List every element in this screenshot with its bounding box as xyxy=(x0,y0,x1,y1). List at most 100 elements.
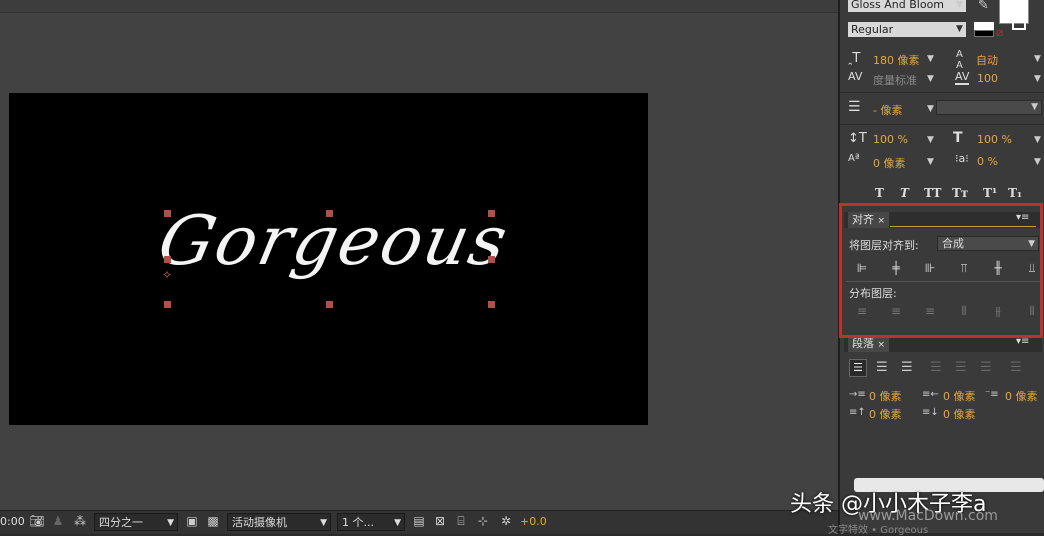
tab-align[interactable]: 对齐 × xyxy=(848,212,890,228)
snapshot-camera-icon[interactable]: 📷︎ xyxy=(29,513,45,529)
all-caps-button[interactable]: TT xyxy=(924,186,941,200)
panel-menu-icon[interactable]: ▾≡ xyxy=(1016,336,1029,347)
chevron-down-icon: ▼ xyxy=(1034,74,1041,84)
kerning-value[interactable]: 度量标准 xyxy=(873,72,917,88)
timeline-icon[interactable]: ⌸ xyxy=(453,513,469,529)
faux-bold-button[interactable]: T xyxy=(875,186,884,200)
align-panel-tab-strip xyxy=(890,213,1036,227)
justify-last-left-icon: ☰ xyxy=(930,360,942,375)
flowchart-icon[interactable]: ⊹ xyxy=(475,513,491,529)
vertical-scale-value[interactable]: 100 % xyxy=(873,133,908,146)
composition-viewer[interactable]: Gorgeous ✧ xyxy=(0,0,838,510)
subscript-button[interactable]: T₁ xyxy=(1008,186,1022,200)
faux-italic-button[interactable]: T xyxy=(900,186,909,200)
view-layout-select[interactable]: 1 个... ▼ xyxy=(337,513,405,531)
horizontal-scale-value[interactable]: 100 % xyxy=(977,133,1012,146)
selection-handle[interactable] xyxy=(164,256,171,263)
distribute-horizontal-center-icon: ⫵ xyxy=(995,304,1001,318)
stroke-color-swatch[interactable] xyxy=(1012,16,1026,30)
selection-handle[interactable] xyxy=(488,301,495,308)
align-text-right-icon[interactable]: ☰ xyxy=(901,360,913,375)
vertical-scale-icon: ↕T xyxy=(848,131,867,146)
close-icon[interactable]: × xyxy=(878,216,886,226)
exposure-value[interactable]: +0.0 xyxy=(520,513,547,531)
chevron-down-icon: ▼ xyxy=(927,54,934,64)
horizontal-scale-icon: T xyxy=(953,130,963,146)
white-swatch[interactable] xyxy=(974,22,994,30)
selection-handle[interactable] xyxy=(326,210,333,217)
chevron-down-icon: ▼ xyxy=(1034,54,1041,64)
small-caps-button[interactable]: Tт xyxy=(952,186,968,200)
chevron-down-icon: ▼ xyxy=(167,518,174,528)
distribute-label: 分布图层: xyxy=(849,287,897,300)
stroke-style-select[interactable]: ▼ xyxy=(936,100,1042,115)
align-top-icon[interactable]: ⫪ xyxy=(955,261,973,275)
tsume-icon: ⁝a⁝ xyxy=(955,152,969,165)
timecode[interactable]: 0:00 xyxy=(0,513,25,531)
align-bottom-icon[interactable]: ⫫ xyxy=(1023,261,1041,275)
eyedropper-icon[interactable]: ✎ xyxy=(978,0,989,13)
font-size-value[interactable]: 180 像素 xyxy=(873,52,920,68)
font-style-select[interactable]: Regular xyxy=(848,22,966,37)
chevron-down-icon: ▼ xyxy=(956,24,963,34)
camera-select[interactable]: 活动摄像机 ▼ xyxy=(227,513,331,531)
space-after-value[interactable]: 0 像素 xyxy=(943,406,976,422)
composition-text-layer[interactable]: Gorgeous xyxy=(152,202,516,281)
align-horizontal-center-icon[interactable]: ╪ xyxy=(887,261,905,275)
toggle-pixel-aspect-icon[interactable]: ▤ xyxy=(411,513,427,529)
tab-align-label: 对齐 xyxy=(852,213,874,226)
tab-paragraph[interactable]: 段落 × xyxy=(848,336,890,352)
align-to-value: 合成 xyxy=(942,237,964,250)
panel-menu-icon[interactable]: ▾≡ xyxy=(1016,212,1029,223)
font-size-icon: ꞈT xyxy=(848,51,861,66)
channel-rgb-icon[interactable]: ⁂ xyxy=(72,513,88,529)
selection-handle[interactable] xyxy=(488,210,495,217)
region-of-interest-icon[interactable]: ▣ xyxy=(184,513,200,529)
font-family-select[interactable]: Gloss And Bloom xyxy=(848,0,966,12)
align-vertical-center-icon[interactable]: ╫ xyxy=(989,261,1007,275)
align-right-icon[interactable]: ⊪ xyxy=(921,261,939,275)
black-swatch[interactable] xyxy=(974,30,994,37)
selection-handle[interactable] xyxy=(488,256,495,263)
show-snapshot-icon[interactable]: ♟ xyxy=(50,513,66,529)
indent-right-value[interactable]: 0 像素 xyxy=(943,388,976,404)
leading-icon: AA xyxy=(956,49,963,71)
indent-left-icon: →≡ xyxy=(849,389,866,400)
selection-handle[interactable] xyxy=(164,301,171,308)
indent-right-icon: ≡← xyxy=(922,389,939,400)
selection-handle[interactable] xyxy=(164,210,171,217)
chevron-down-icon: ▼ xyxy=(1034,157,1041,167)
superscript-button[interactable]: T¹ xyxy=(983,186,997,200)
tracking-value[interactable]: 100 xyxy=(977,72,998,85)
resolution-select[interactable]: 四分之一 ▼ xyxy=(94,513,178,531)
fast-previews-icon[interactable]: ⊠ xyxy=(432,513,448,529)
space-before-value[interactable]: 0 像素 xyxy=(869,406,902,422)
align-to-select[interactable]: 合成 ▼ xyxy=(937,236,1039,251)
divider xyxy=(840,92,1044,93)
chevron-down-icon: ▼ xyxy=(927,135,934,145)
leading-value[interactable]: 自动 xyxy=(976,52,998,68)
chevron-down-icon: ▼ xyxy=(956,0,963,10)
indent-left-value[interactable]: 0 像素 xyxy=(869,388,902,404)
selection-handle[interactable] xyxy=(326,301,333,308)
transparency-grid-icon[interactable]: ▩ xyxy=(205,513,221,529)
close-icon[interactable]: × xyxy=(878,340,886,350)
view-layout-value: 1 个... xyxy=(342,516,374,529)
baseline-shift-value[interactable]: 0 像素 xyxy=(873,155,906,171)
camera-value: 活动摄像机 xyxy=(232,516,287,529)
center-text-icon[interactable]: ☰ xyxy=(876,360,888,375)
distribute-left-icon: ⫴ xyxy=(961,304,967,318)
chevron-down-icon: ▼ xyxy=(1028,239,1035,249)
reset-exposure-icon[interactable]: ✲ xyxy=(498,513,514,529)
align-left-icon[interactable]: ⊫ xyxy=(853,261,871,275)
indent-first-line-value[interactable]: 0 像素 xyxy=(1005,388,1038,404)
chevron-down-icon: ▼ xyxy=(927,157,934,167)
stroke-width-value[interactable]: - 像素 xyxy=(873,102,902,118)
space-after-icon: ≡↓ xyxy=(922,407,939,418)
tsume-value[interactable]: 0 % xyxy=(977,155,998,168)
anchor-point-icon[interactable]: ✧ xyxy=(162,268,172,282)
align-text-left-icon[interactable]: ☰ xyxy=(849,359,867,377)
tracking-icon: AV xyxy=(955,70,970,85)
tab-paragraph-label: 段落 xyxy=(852,337,874,350)
no-color-icon[interactable]: ⧄ xyxy=(996,26,1003,40)
